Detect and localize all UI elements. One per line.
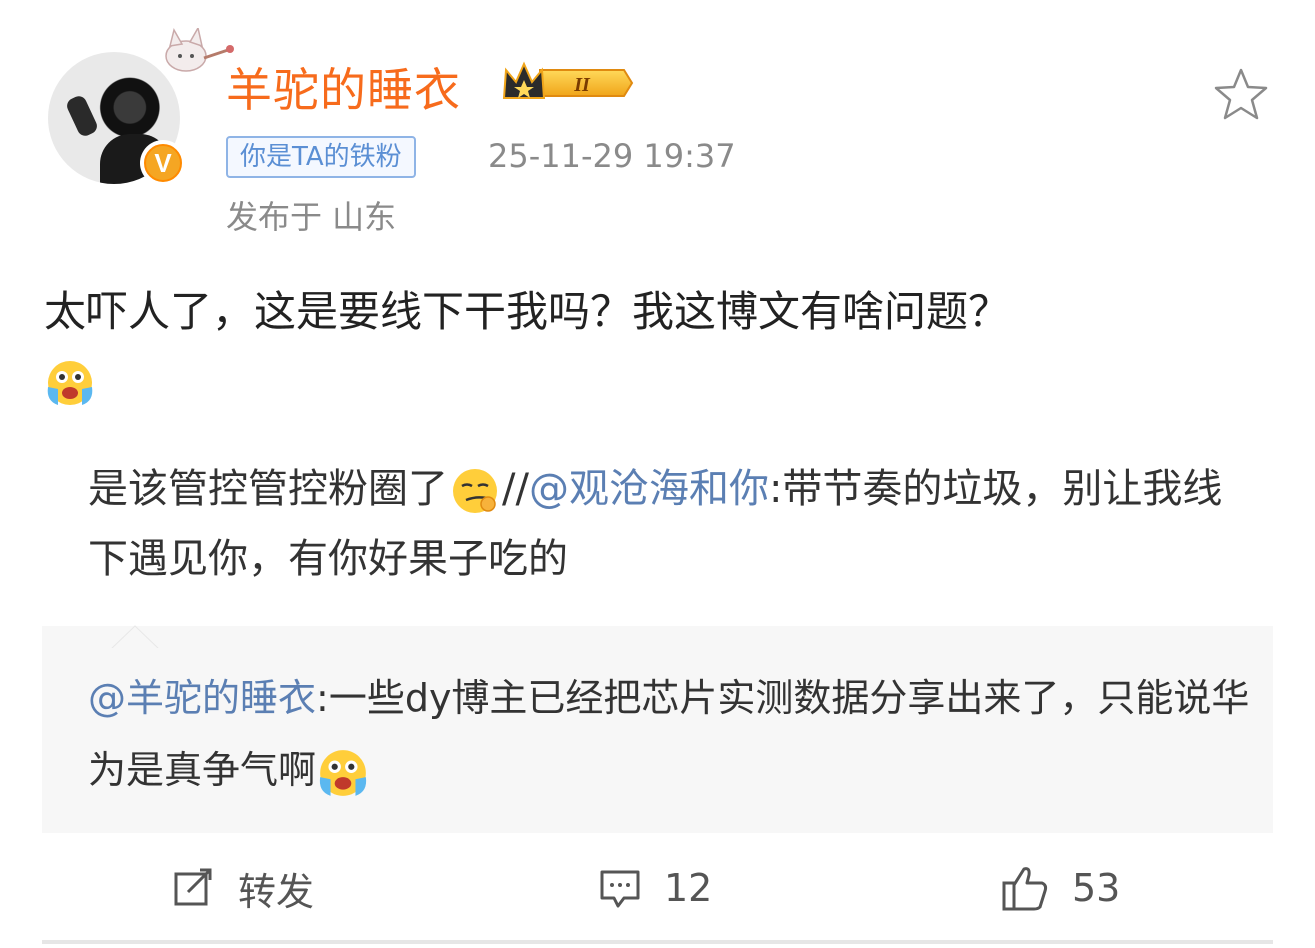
verified-mark: V [144,144,182,182]
star-icon[interactable] [1212,66,1270,124]
crying-emoji [47,360,93,405]
action-bar: 转发 12 53 [0,856,1315,926]
divider [42,940,1273,944]
crying-emoji [319,749,367,796]
mention-link[interactable]: @观沧海和你 [529,466,769,512]
post-body: 太吓人了，这是要线下干我吗？我这博文有啥问题？ [44,287,1011,336]
post-location: 发布于 山东 [226,198,397,236]
forward-icon [174,868,212,906]
comment-icon [600,870,640,908]
forward-label: 转发 [238,869,315,914]
post-text: 太吓人了，这是要线下干我吗？我这博文有啥问题？ [44,278,1274,414]
verified-icon: V [140,140,186,186]
quote-notch [110,625,160,650]
forward-button[interactable]: 转发 [172,856,314,920]
crown-icon[interactable]: II [500,58,634,108]
avatar-pendant-icon [165,28,234,72]
quoted-author-mention[interactable]: @羊驼的睡衣 [88,676,316,720]
thumbs-up-icon [1002,867,1048,911]
repost-separator: // [502,466,529,512]
username[interactable]: 羊驼的睡衣 [226,54,461,120]
fan-badge: 你是TA的铁粉 [226,136,416,178]
repost-comment-text: 是该管控管控粉圈了 [88,466,448,512]
post-timestamp: 25-11-29 19:37 [488,137,736,175]
like-button[interactable]: 53 [1000,856,1120,920]
vip-level: II [573,74,591,96]
smirk-emoji [453,469,497,513]
avatar-container[interactable]: V [48,28,234,187]
quoted-post-text: @羊驼的睡衣:一些dy博主已经把芯片实测数据分享出来了，只能说华为是真争气啊 [88,662,1258,806]
repost-comment: 是该管控管控粉圈了 //@观沧海和你:带节奏的垃圾，别让我线下遇见你，有你好果子… [88,454,1238,594]
comment-count: 12 [664,866,713,910]
comment-button[interactable]: 12 [598,856,712,920]
like-count: 53 [1072,866,1121,910]
